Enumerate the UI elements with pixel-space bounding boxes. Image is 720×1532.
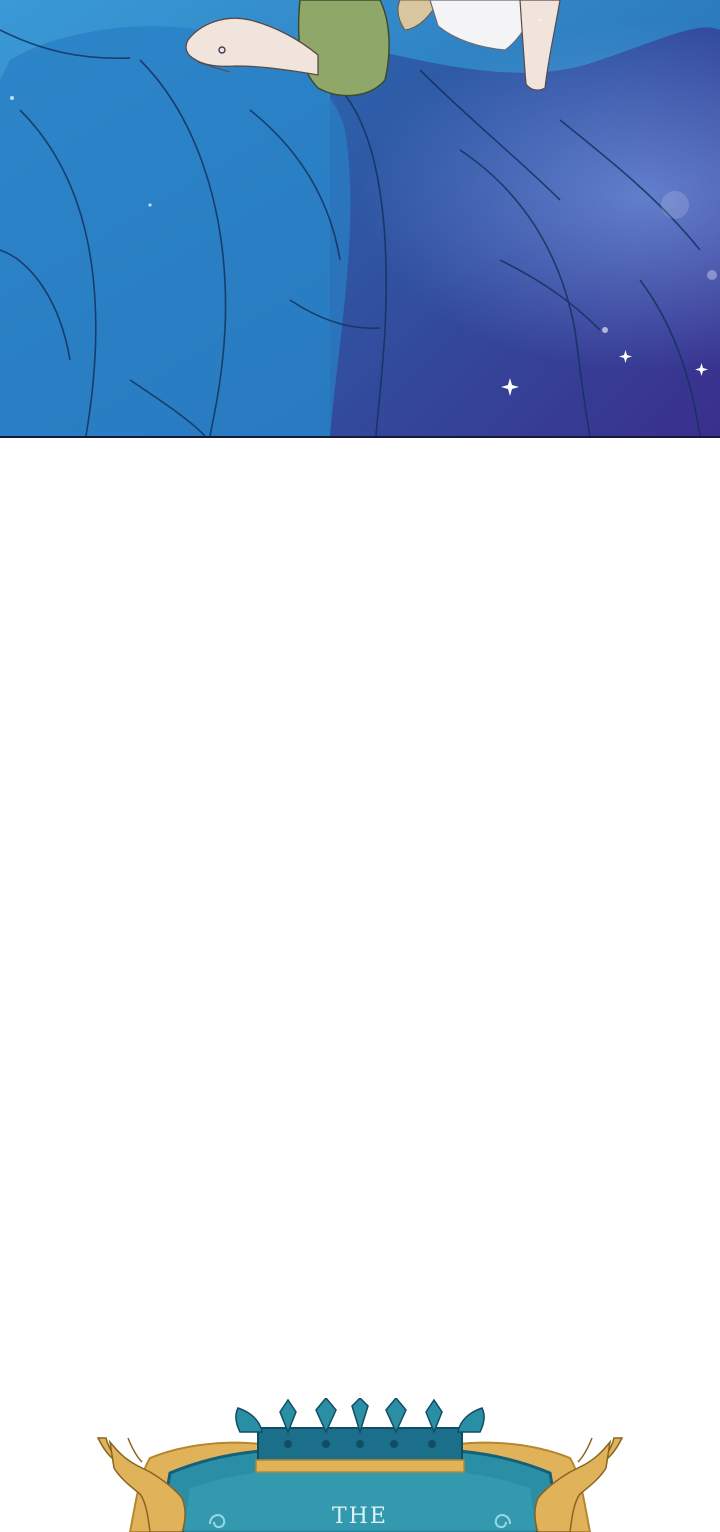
panel-gutter bbox=[0, 438, 720, 1398]
illustration-panel-blanket bbox=[0, 0, 720, 438]
webtoon-page: THE bbox=[0, 0, 720, 1532]
crown-icon bbox=[235, 1398, 485, 1473]
blanket-illustration bbox=[0, 0, 720, 436]
title-crest: THE bbox=[90, 1398, 630, 1532]
crest-title-text: THE bbox=[332, 1504, 388, 1529]
